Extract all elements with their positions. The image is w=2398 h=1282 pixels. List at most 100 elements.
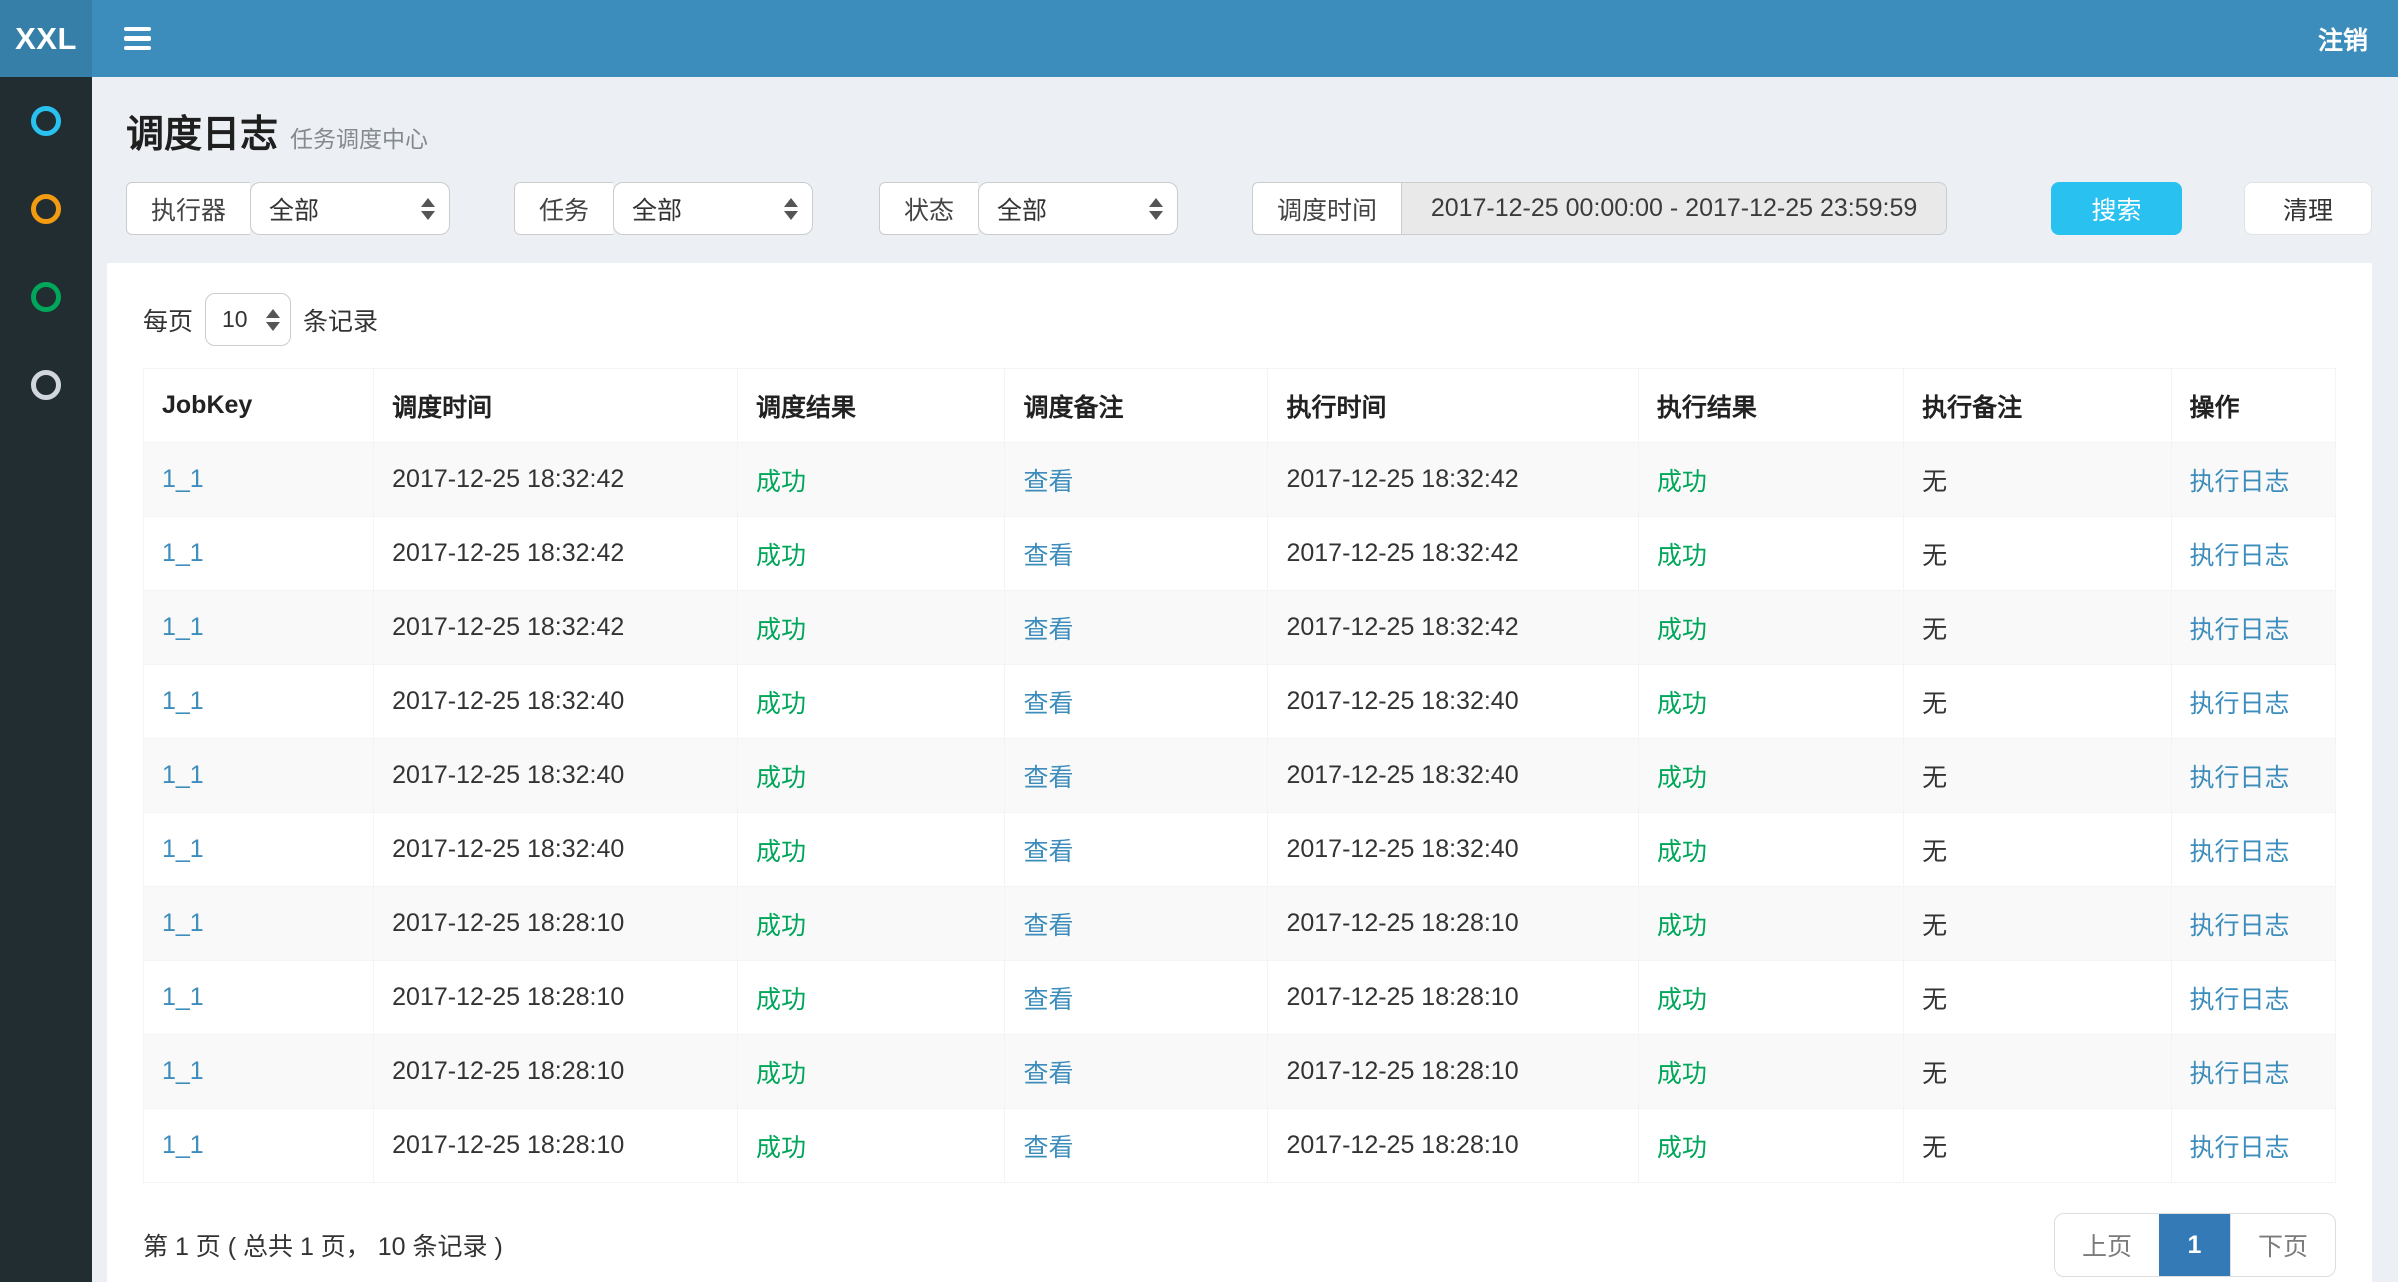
current-page-button[interactable]: 1 [2159, 1214, 2230, 1276]
trigger-result-cell: 成功 [756, 1134, 806, 1162]
trigger-time-cell: 2017-12-25 18:32:42 [392, 613, 624, 641]
job-select-value: 全部 [632, 191, 682, 227]
trigger-msg-link[interactable]: 查看 [1023, 764, 1073, 792]
jobkey-link[interactable]: 1_1 [162, 687, 204, 715]
jobkey-link[interactable]: 1_1 [162, 761, 204, 789]
trigger-msg-link[interactable]: 查看 [1023, 1134, 1073, 1162]
circle-icon [31, 282, 61, 312]
header-handle-msg: 执行备注 [1904, 369, 2171, 443]
handle-time-cell: 2017-12-25 18:28:10 [1286, 1131, 1518, 1159]
handle-result-cell: 成功 [1657, 690, 1707, 718]
execute-log-link[interactable]: 执行日志 [2190, 468, 2290, 496]
handle-result-cell: 成功 [1657, 838, 1707, 866]
jobkey-link[interactable]: 1_1 [162, 613, 204, 641]
handle-result-cell: 成功 [1657, 764, 1707, 792]
table-row: 1_1 2017-12-25 18:28:10 成功 查看 2017-12-25… [144, 961, 2336, 1035]
executor-filter-label: 执行器 [126, 182, 250, 235]
execute-log-link[interactable]: 执行日志 [2190, 764, 2290, 792]
handle-msg-cell: 无 [1922, 838, 1947, 866]
execute-log-link[interactable]: 执行日志 [2190, 690, 2290, 718]
status-select-value: 全部 [997, 191, 1047, 227]
jobkey-link[interactable]: 1_1 [162, 835, 204, 863]
handle-result-cell: 成功 [1657, 542, 1707, 570]
table-row: 1_1 2017-12-25 18:28:10 成功 查看 2017-12-25… [144, 887, 2336, 961]
job-filter-label: 任务 [514, 182, 613, 235]
job-select[interactable]: 全部 [613, 182, 813, 235]
pagination-bar: 第 1 页 ( 总共 1 页， 10 条记录 ) 上页 1 下页 [143, 1213, 2336, 1277]
jobkey-link[interactable]: 1_1 [162, 465, 204, 493]
clear-button[interactable]: 清理 [2244, 182, 2372, 235]
trigger-result-cell: 成功 [756, 912, 806, 940]
next-page-button[interactable]: 下页 [2230, 1214, 2335, 1276]
log-table: JobKey 调度时间 调度结果 调度备注 执行时间 执行结果 执行备注 操作 … [143, 368, 2336, 1183]
trigger-result-cell: 成功 [756, 986, 806, 1014]
trigger-msg-link[interactable]: 查看 [1023, 468, 1073, 496]
trigger-msg-link[interactable]: 查看 [1023, 690, 1073, 718]
trigger-msg-link[interactable]: 查看 [1023, 1060, 1073, 1088]
table-row: 1_1 2017-12-25 18:32:42 成功 查看 2017-12-25… [144, 591, 2336, 665]
table-header-row: JobKey 调度时间 调度结果 调度备注 执行时间 执行结果 执行备注 操作 [144, 369, 2336, 443]
execute-log-link[interactable]: 执行日志 [2190, 838, 2290, 866]
handle-msg-cell: 无 [1922, 1060, 1947, 1088]
search-button[interactable]: 搜索 [2051, 182, 2182, 235]
jobkey-link[interactable]: 1_1 [162, 1057, 204, 1085]
page-header: 调度日志 任务调度中心 [107, 77, 2372, 158]
trigger-msg-link[interactable]: 查看 [1023, 838, 1073, 866]
trigger-msg-link[interactable]: 查看 [1023, 986, 1073, 1014]
handle-result-cell: 成功 [1657, 616, 1707, 644]
trigger-result-cell: 成功 [756, 838, 806, 866]
log-panel: 每页 10 条记录 JobKey 调度时间 调度结果 调度备注 执行时间 执行结… [107, 263, 2372, 1282]
trigger-time-cell: 2017-12-25 18:32:40 [392, 835, 624, 863]
sidebar-toggle-button[interactable] [120, 21, 155, 57]
trigger-msg-link[interactable]: 查看 [1023, 912, 1073, 940]
handle-msg-cell: 无 [1922, 690, 1947, 718]
sidebar-item-1[interactable] [0, 77, 92, 165]
handle-result-cell: 成功 [1657, 1060, 1707, 1088]
main-content: 调度日志 任务调度中心 执行器 全部 任务 全部 状态 全部 [92, 77, 2398, 1282]
header-trigger-msg: 调度备注 [1005, 369, 1268, 443]
jobkey-link[interactable]: 1_1 [162, 1131, 204, 1159]
handle-result-cell: 成功 [1657, 468, 1707, 496]
execute-log-link[interactable]: 执行日志 [2190, 986, 2290, 1014]
trigger-time-cell: 2017-12-25 18:28:10 [392, 983, 624, 1011]
trigger-time-cell: 2017-12-25 18:28:10 [392, 1131, 624, 1159]
jobkey-link[interactable]: 1_1 [162, 909, 204, 937]
handle-result-cell: 成功 [1657, 1134, 1707, 1162]
trigger-time-filter-group: 调度时间 2017-12-25 00:00:00 - 2017-12-25 23… [1252, 182, 1947, 235]
jobkey-link[interactable]: 1_1 [162, 983, 204, 1011]
trigger-time-cell: 2017-12-25 18:32:42 [392, 465, 624, 493]
trigger-time-range-input[interactable]: 2017-12-25 00:00:00 - 2017-12-25 23:59:5… [1401, 182, 1947, 235]
prev-page-button[interactable]: 上页 [2055, 1214, 2159, 1276]
header-handle-result: 执行结果 [1638, 369, 1903, 443]
trigger-msg-link[interactable]: 查看 [1023, 616, 1073, 644]
trigger-result-cell: 成功 [756, 542, 806, 570]
execute-log-link[interactable]: 执行日志 [2190, 1134, 2290, 1162]
circle-icon [31, 106, 61, 136]
job-filter-group: 任务 全部 [514, 182, 813, 235]
page-size-select[interactable]: 10 [205, 293, 291, 346]
executor-select[interactable]: 全部 [250, 182, 450, 235]
select-spinner-icon [770, 198, 798, 220]
execute-log-link[interactable]: 执行日志 [2190, 542, 2290, 570]
select-spinner-icon [1135, 198, 1163, 220]
table-row: 1_1 2017-12-25 18:32:42 成功 查看 2017-12-25… [144, 443, 2336, 517]
sidebar-item-4[interactable] [0, 341, 92, 429]
handle-msg-cell: 无 [1922, 986, 1947, 1014]
handle-result-cell: 成功 [1657, 986, 1707, 1014]
sidebar-item-3[interactable] [0, 253, 92, 341]
sidebar-item-2[interactable] [0, 165, 92, 253]
header-jobkey: JobKey [144, 369, 374, 443]
execute-log-link[interactable]: 执行日志 [2190, 912, 2290, 940]
page-size-control: 每页 10 条记录 [143, 293, 2336, 346]
header-handle-time: 执行时间 [1268, 369, 1638, 443]
table-row: 1_1 2017-12-25 18:32:40 成功 查看 2017-12-25… [144, 813, 2336, 887]
execute-log-link[interactable]: 执行日志 [2190, 1060, 2290, 1088]
trigger-msg-link[interactable]: 查看 [1023, 542, 1073, 570]
logout-link[interactable]: 注销 [2318, 21, 2368, 57]
trigger-time-cell: 2017-12-25 18:32:40 [392, 687, 624, 715]
status-select[interactable]: 全部 [978, 182, 1178, 235]
jobkey-link[interactable]: 1_1 [162, 539, 204, 567]
table-row: 1_1 2017-12-25 18:32:40 成功 查看 2017-12-25… [144, 739, 2336, 813]
page-info: 第 1 页 ( 总共 1 页， 10 条记录 ) [143, 1227, 503, 1263]
execute-log-link[interactable]: 执行日志 [2190, 616, 2290, 644]
